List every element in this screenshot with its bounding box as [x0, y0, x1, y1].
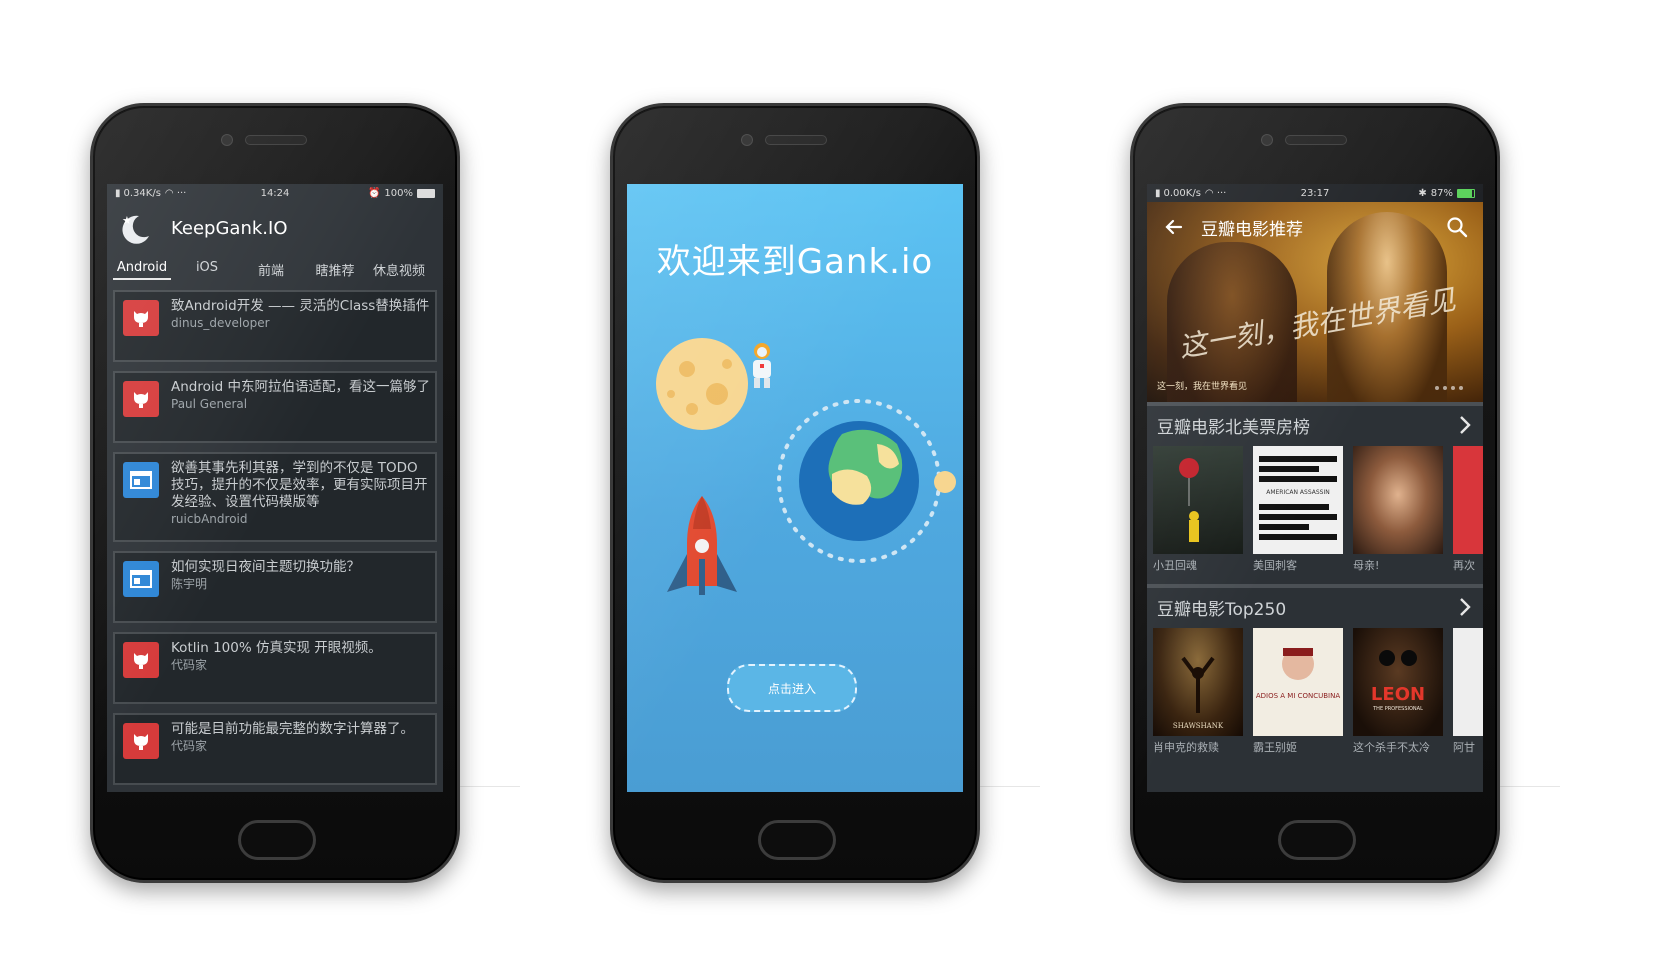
section-header-boxoffice[interactable]: 豆瓣电影北美票房榜: [1147, 408, 1483, 442]
tab-frontend[interactable]: 前端: [247, 254, 295, 279]
phone-2: 欢迎来到Gank.io 点击进入: [610, 103, 980, 883]
item-title: 欲善其事先利其器，学到的不仅是 TODO 技巧，提升的不仅是效率，更有实际项目开…: [171, 460, 428, 510]
item-title: 致Android开发 —— 灵活的Class替换插件: [171, 298, 430, 314]
movie-title: 阿甘: [1453, 741, 1475, 754]
app-title: KeepGank.IO: [171, 217, 288, 239]
poster-text: AMERICAN ASSASSIN: [1266, 489, 1330, 496]
list-item[interactable]: 欲善其事先利其器，学到的不仅是 TODO 技巧，提升的不仅是效率，更有实际项目开…: [113, 452, 437, 542]
boxoffice-posters: 小丑回魂 AMERICAN ASSASSIN 美国刺客 母亲! 再次: [1153, 446, 1483, 573]
earth-icon: [799, 421, 919, 541]
movie-title: 美国刺客: [1253, 559, 1297, 572]
enter-button[interactable]: 点击进入: [727, 664, 857, 712]
section-title: 豆瓣电影Top250: [1157, 599, 1287, 620]
github-icon: [123, 300, 159, 336]
clock: 23:17: [1300, 187, 1330, 199]
rocket-icon: [667, 496, 737, 595]
browser-icon: [123, 561, 159, 597]
moon-logo-icon: ★: [117, 210, 153, 246]
movie-title: 小丑回魂: [1153, 559, 1197, 572]
status-bar: ▮ 0.00K/s ◠ ··· 23:17 ✱ 87%: [1147, 184, 1483, 202]
movie-poster[interactable]: AMERICAN ASSASSIN 美国刺客: [1253, 446, 1343, 573]
earpiece-speaker: [765, 135, 827, 145]
front-camera: [741, 134, 753, 146]
movie-title: 肖申克的救赎: [1153, 741, 1219, 754]
movie-poster[interactable]: LEON THE PROFESSIONAL 这个杀手不太冷: [1353, 628, 1443, 755]
battery-icon: [417, 188, 435, 198]
list-item[interactable]: 可能是目前功能最完整的数字计算器了。 代码家: [113, 713, 437, 785]
movie-poster[interactable]: 母亲!: [1353, 446, 1443, 573]
page-title: 豆瓣电影推荐: [1201, 219, 1303, 240]
phone-2-screen: 欢迎来到Gank.io 点击进入: [627, 184, 963, 792]
app-bar: ★ KeepGank.IO: [107, 202, 443, 254]
movie-poster[interactable]: 阿甘: [1453, 628, 1483, 755]
movie-title: 霸王别姬: [1253, 741, 1297, 754]
item-title: 如何实现日夜间主题切换功能？: [171, 559, 360, 575]
item-title: 可能是目前功能最完整的数字计算器了。: [171, 721, 414, 737]
item-author: 陈宇明: [171, 577, 208, 591]
article-list: 致Android开发 —— 灵活的Class替换插件 dinus_develope…: [107, 284, 443, 785]
chevron-right-icon: [1460, 416, 1471, 434]
earpiece-speaker: [245, 135, 307, 145]
poster-text: ADIOS A MI CONCUBINA: [1256, 692, 1341, 700]
poster-text: SHAWSHANK: [1173, 722, 1224, 730]
status-bar: ▮ 0.34K/s ◠ ··· 14:24 ⏰ 100%: [107, 184, 443, 202]
moon-illustration-icon: [656, 338, 748, 430]
front-camera: [1261, 134, 1273, 146]
github-icon: [123, 381, 159, 417]
battery-icon: [1457, 188, 1475, 198]
poster-text: LEON: [1371, 684, 1425, 705]
list-item[interactable]: 致Android开发 —— 灵活的Class替换插件 dinus_develope…: [113, 290, 437, 362]
item-author: dinus_developer: [171, 316, 270, 330]
phone-3: ▮ 0.00K/s ◠ ··· 23:17 ✱ 87% 这一刻，我在世界看见 这…: [1130, 103, 1500, 883]
earpiece-speaker: [1285, 135, 1347, 145]
movie-title: 这个杀手不太冷: [1353, 741, 1430, 754]
movie-title: 再次: [1453, 559, 1475, 572]
chevron-right-icon: [1460, 598, 1471, 616]
browser-icon: [123, 462, 159, 498]
top-bar: 豆瓣电影推荐: [1147, 202, 1483, 252]
github-icon: [123, 642, 159, 678]
github-icon: [123, 723, 159, 759]
tab-ios[interactable]: iOS: [183, 254, 231, 275]
tab-recommend[interactable]: 瞎推荐: [311, 254, 359, 279]
section-header-top250[interactable]: 豆瓣电影Top250: [1147, 590, 1483, 624]
space-illustration: [656, 338, 956, 595]
section-title: 豆瓣电影北美票房榜: [1157, 417, 1310, 438]
tab-android[interactable]: Android: [113, 254, 171, 280]
list-item[interactable]: Kotlin 100% 仿真实现 开眼视频。 代码家: [113, 632, 437, 704]
movie-title: 母亲!: [1353, 559, 1380, 572]
home-button[interactable]: [758, 820, 836, 860]
phone-3-screen: ▮ 0.00K/s ◠ ··· 23:17 ✱ 87% 这一刻，我在世界看见 这…: [1147, 184, 1483, 792]
item-author: Paul General: [171, 397, 248, 411]
banner-indicator: [1435, 386, 1463, 390]
item-author: 代码家: [171, 739, 208, 753]
item-author: ruicbAndroid: [171, 512, 248, 526]
phone-1: ▮ 0.34K/s ◠ ··· 14:24 ⏰ 100% ★ KeepGank.…: [90, 103, 460, 883]
astronaut-icon: [753, 343, 771, 388]
tab-videos[interactable]: 休息视频: [371, 254, 427, 279]
clock: 14:24: [260, 187, 290, 199]
category-tabs: Android iOS 前端 瞎推荐 休息视频: [107, 254, 443, 284]
item-title: Android 中东阿拉伯语适配，看这一篇够了: [171, 379, 430, 395]
list-item[interactable]: Android 中东阿拉伯语适配，看这一篇够了 Paul General: [113, 371, 437, 443]
svg-text:★: ★: [122, 214, 132, 227]
item-author: 代码家: [171, 658, 208, 672]
phone-1-screen: ▮ 0.34K/s ◠ ··· 14:24 ⏰ 100% ★ KeepGank.…: [107, 184, 443, 792]
banner-caption: 这一刻，我在世界看见: [1157, 382, 1248, 392]
movie-poster[interactable]: 小丑回魂: [1153, 446, 1243, 573]
movie-poster[interactable]: SHAWSHANK 肖申克的救赎: [1153, 628, 1243, 755]
search-icon[interactable]: [1445, 215, 1469, 239]
home-button[interactable]: [1278, 820, 1356, 860]
item-title: Kotlin 100% 仿真实现 开眼视频。: [171, 640, 382, 656]
welcome-title: 欢迎来到Gank.io: [656, 242, 934, 282]
small-moon-icon: [934, 471, 956, 493]
list-item[interactable]: 如何实现日夜间主题切换功能？ 陈宇明: [113, 551, 437, 623]
home-button[interactable]: [238, 820, 316, 860]
poster-text: THE PROFESSIONAL: [1372, 706, 1423, 712]
top250-posters: SHAWSHANK 肖申克的救赎 ADIOS A MI CONCUBINA 霸王…: [1153, 628, 1483, 755]
back-arrow-icon[interactable]: [1163, 216, 1185, 238]
movie-poster[interactable]: ADIOS A MI CONCUBINA 霸王别姬: [1253, 628, 1343, 755]
front-camera: [221, 134, 233, 146]
movie-poster[interactable]: 再次: [1453, 446, 1483, 573]
